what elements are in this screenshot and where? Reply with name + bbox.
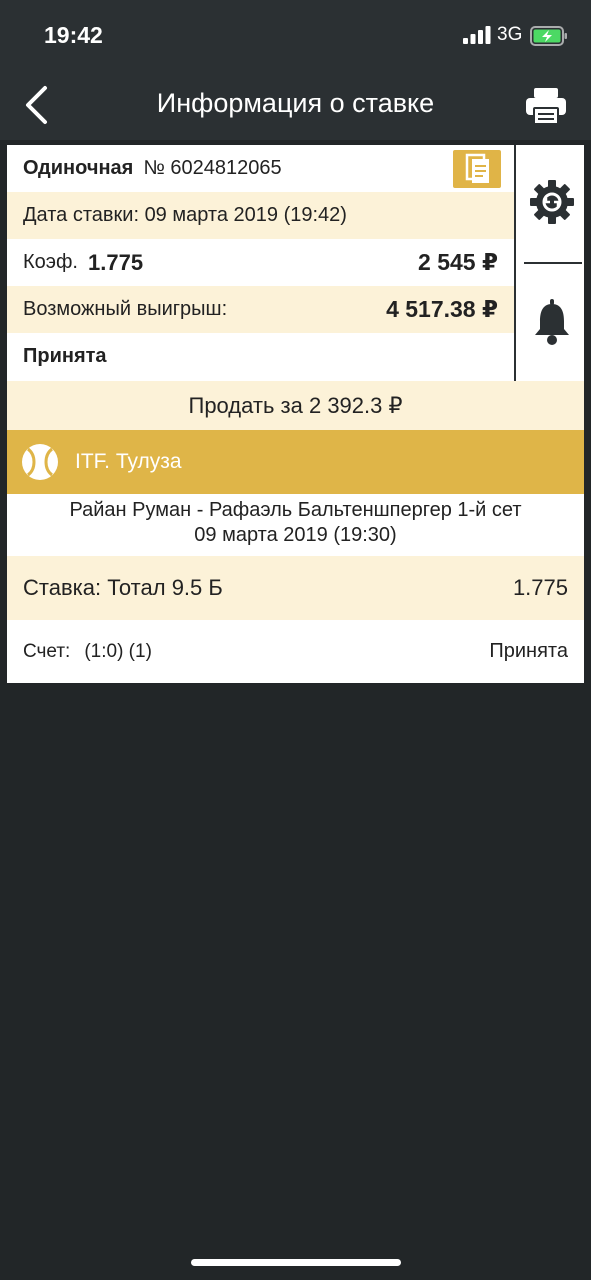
side-divider [524, 262, 582, 264]
bet-header-row: Одиночная № 6024812065 [7, 145, 514, 192]
battery-icon [530, 26, 567, 46]
score-value: (1:0) (1) [84, 640, 152, 662]
page-title: Информация о ставке [156, 88, 435, 118]
league-header: ITF. Тулуза [7, 430, 584, 494]
league-name: ITF. Тулуза [75, 450, 182, 473]
bet-status: Принята [23, 345, 107, 367]
copy-icon[interactable] [453, 150, 501, 188]
coef-value: 1.775 [88, 249, 144, 275]
bet-date: Дата ставки: 09 марта 2019 (19:42) [23, 204, 347, 226]
side-actions [514, 145, 584, 381]
sell-button[interactable]: Продать за 2 392.3 ₽ [7, 381, 584, 430]
tennis-ball-icon [22, 444, 58, 480]
notification-bell-icon[interactable] [533, 297, 571, 347]
status-bar: 19:42 3G [0, 0, 591, 72]
status-time: 19:42 [44, 22, 103, 48]
coef-label: Коэф. [23, 251, 78, 273]
match-info: Райан Руман - Рафаэль Бальтеншпергер 1-й… [7, 494, 584, 556]
score-row: Счет: (1:0) (1) Принята [7, 620, 584, 683]
bet-date-row: Дата ставки: 09 марта 2019 (19:42) [7, 192, 514, 239]
nav-bar: Информация о ставке [0, 72, 591, 140]
bet-odd: 1.775 [512, 575, 568, 600]
event-status: Принята [489, 640, 568, 662]
bet-number: № 6024812065 [143, 157, 282, 179]
match-date: 09 марта 2019 (19:30) [194, 524, 397, 546]
settings-gear-icon[interactable] [529, 179, 575, 225]
possible-win-amount: 4 517.38 ₽ [386, 296, 498, 322]
possible-win-label: Возможный выигрыш: [23, 298, 228, 320]
stake-amount: 2 545 ₽ [418, 249, 498, 275]
match-title: Райан Руман - Рафаэль Бальтеншпергер 1-й… [69, 499, 522, 521]
coef-row: Коэф. 1.775 2 545 ₽ [7, 239, 514, 286]
possible-win-row: Возможный выигрыш: 4 517.38 ₽ [7, 286, 514, 333]
bet-selection: Ставка: Тотал 9.5 Б [23, 575, 223, 600]
bet-type: Одиночная [23, 157, 134, 179]
home-indicator[interactable] [191, 1259, 401, 1266]
score-label: Счет: [23, 640, 71, 662]
print-icon[interactable] [524, 86, 568, 126]
bet-selection-row: Ставка: Тотал 9.5 Б 1.775 [7, 556, 584, 620]
bet-card: Одиночная № 6024812065 Дата ставки: 09 м… [7, 145, 584, 683]
bet-status-row: Принята [7, 333, 514, 380]
network-type: 3G [497, 24, 523, 45]
signal-icon [463, 26, 491, 44]
